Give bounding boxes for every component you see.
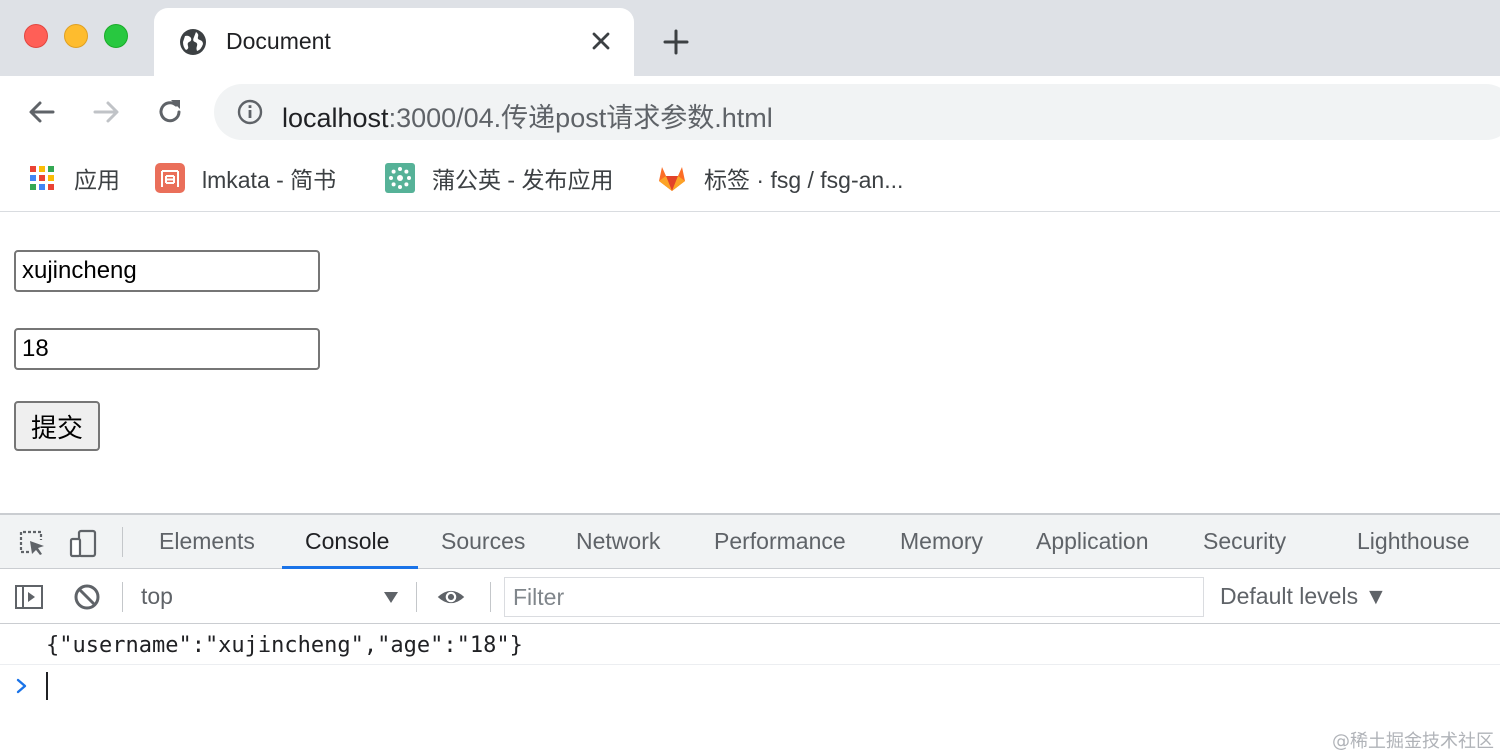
bookmarks-bar: 应用 lmkata - 简书 蒲公英 - 发布应用 标签 · fsg / fsg… <box>0 148 1500 212</box>
address-bar[interactable]: localhost:3000/04.传递post请求参数.html <box>214 84 1500 140</box>
pgyer-icon <box>385 163 415 193</box>
filter-input[interactable] <box>504 577 1204 617</box>
chevron-right-icon <box>16 678 27 694</box>
bookmark-label: 应用 <box>74 167 120 193</box>
toolbar-divider <box>490 582 491 612</box>
forward-arrow-icon[interactable] <box>90 96 122 128</box>
tab-lighthouse[interactable]: Lighthouse <box>1357 528 1470 555</box>
bookmark-label: lmkata - 简书 <box>202 167 337 193</box>
tab-performance[interactable]: Performance <box>714 528 846 555</box>
browser-toolbar: localhost:3000/04.传递post请求参数.html <box>0 76 1500 148</box>
username-input[interactable] <box>14 250 320 292</box>
tab-strip: Document <box>0 0 1500 76</box>
bookmark-jianshu[interactable]: lmkata - 简书 <box>154 160 336 196</box>
active-tab-indicator <box>282 566 418 569</box>
toolbar-divider <box>416 582 417 612</box>
close-window-button[interactable] <box>24 24 48 48</box>
console-prompt[interactable] <box>0 666 1500 706</box>
devtools-tab-bar: Elements Console Sources Network Perform… <box>0 515 1500 569</box>
browser-tab[interactable]: Document <box>154 8 634 76</box>
toolbar-divider <box>122 582 123 612</box>
watermark: @稀土掘金技术社区 <box>1332 731 1494 752</box>
back-arrow-icon[interactable] <box>26 96 58 128</box>
url-path: :3000/04.传递post请求参数.html <box>388 103 773 133</box>
text-cursor <box>46 672 48 700</box>
console-message-text: {"username":"xujincheng","age":"18"} <box>46 633 523 658</box>
chevron-down-icon[interactable] <box>382 588 400 606</box>
tab-elements[interactable]: Elements <box>159 528 255 555</box>
tab-security[interactable]: Security <box>1203 528 1286 555</box>
tab-application[interactable]: Application <box>1036 528 1149 555</box>
globe-icon <box>180 29 206 55</box>
jianshu-icon <box>155 163 185 193</box>
info-icon[interactable] <box>236 98 264 126</box>
page-content: 提交 <box>0 213 1500 513</box>
minimize-window-button[interactable] <box>64 24 88 48</box>
bookmark-apps[interactable]: 应用 <box>26 160 120 196</box>
tab-network[interactable]: Network <box>576 528 660 555</box>
tab-sources[interactable]: Sources <box>441 528 525 555</box>
bookmark-label: 蒲公英 - 发布应用 <box>432 167 614 193</box>
zoom-window-button[interactable] <box>104 24 128 48</box>
tab-title: Document <box>226 28 331 54</box>
bookmark-pgyer[interactable]: 蒲公英 - 发布应用 <box>384 160 613 196</box>
new-tab-icon[interactable] <box>662 28 690 56</box>
devtools-panel: Elements Console Sources Network Perform… <box>0 513 1500 755</box>
tab-console[interactable]: Console <box>305 528 389 555</box>
console-message: {"username":"xujincheng","age":"18"} <box>0 625 1500 665</box>
eye-icon[interactable] <box>436 582 466 612</box>
age-input[interactable] <box>14 328 320 370</box>
toolbar-divider <box>122 527 123 557</box>
tab-memory[interactable]: Memory <box>900 528 983 555</box>
reload-icon[interactable] <box>154 96 186 128</box>
close-tab-icon[interactable] <box>588 28 614 54</box>
bookmark-label: 标签 · fsg / fsg-an... <box>704 167 904 193</box>
console-toolbar: top Default levels ▼ <box>0 570 1500 624</box>
submit-button[interactable]: 提交 <box>14 401 100 451</box>
sidebar-toggle-icon[interactable] <box>14 582 44 612</box>
bookmark-gitlab[interactable]: 标签 · fsg / fsg-an... <box>656 160 903 196</box>
url-host: localhost <box>282 103 389 133</box>
log-levels-dropdown[interactable]: Default levels ▼ <box>1220 583 1387 610</box>
url-text[interactable]: localhost:3000/04.传递post请求参数.html <box>282 96 773 135</box>
context-selector[interactable]: top <box>141 583 173 610</box>
inspect-element-icon[interactable] <box>16 527 48 559</box>
clear-console-icon[interactable] <box>72 582 102 612</box>
apps-grid-icon <box>30 166 54 190</box>
gitlab-icon <box>659 167 685 191</box>
device-toolbar-icon[interactable] <box>68 527 100 559</box>
